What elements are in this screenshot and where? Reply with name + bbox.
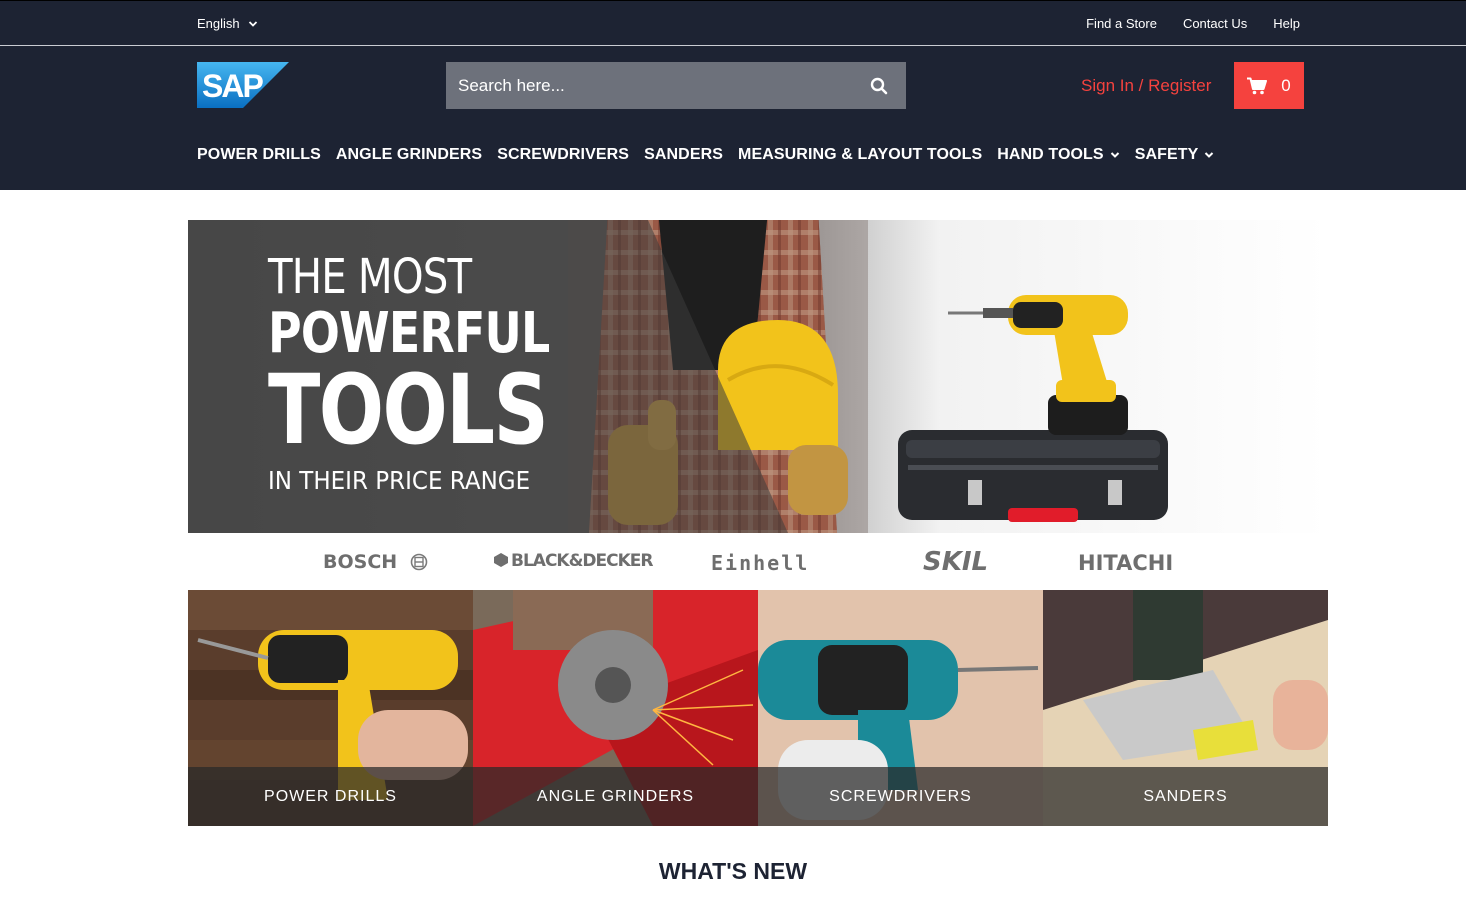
brand-logo-einhell[interactable]: Einhell <box>711 551 809 575</box>
hero-line-1: THE MOST <box>268 249 472 305</box>
site-header: SAP Sign In / Register 0 POWER DRILLS AN… <box>0 46 1466 190</box>
search-input[interactable] <box>446 62 852 109</box>
chevron-down-icon <box>1110 152 1119 158</box>
brand-logo-black-decker[interactable]: BLACK&DECKER <box>493 551 653 571</box>
brand-strip: BOSCH BLACK&DECKER Einhell SKIL HITACHI <box>188 533 1328 590</box>
brand-name: Einhell <box>711 551 810 575</box>
bosch-armature-icon <box>410 553 428 571</box>
nav-item-safety[interactable]: SAFETY <box>1135 146 1215 164</box>
nav-label: MEASURING & LAYOUT TOOLS <box>738 146 983 163</box>
category-label: ANGLE GRINDERS <box>536 787 695 805</box>
cart-button[interactable]: 0 <box>1234 62 1304 109</box>
find-store-link[interactable]: Find a Store <box>1086 16 1157 31</box>
hero-headline: THE MOST POWERFUL TOOLS IN THEIR PRICE R… <box>268 250 617 495</box>
signin-register-link[interactable]: Sign In / Register <box>1081 76 1211 96</box>
chevron-down-icon <box>248 20 257 27</box>
nav-label: HAND TOOLS <box>997 146 1104 163</box>
category-label: POWER DRILLS <box>264 787 397 805</box>
nav-item-hand-tools[interactable]: HAND TOOLS <box>997 146 1119 164</box>
brand-name: HITACHI <box>1078 551 1174 575</box>
utility-links: Find a Store Contact Us Help <box>1086 16 1300 31</box>
category-label-band: SCREWDRIVERS <box>758 767 1043 826</box>
nav-item-sanders[interactable]: SANDERS <box>644 146 723 164</box>
cart-count: 0 <box>1281 75 1291 95</box>
brand-name: BOSCH <box>323 551 398 573</box>
svg-text:SAP: SAP <box>202 68 263 104</box>
category-label: SANDERS <box>1143 787 1228 805</box>
hexagon-icon <box>494 553 508 567</box>
nav-label: SANDERS <box>644 146 724 163</box>
category-tile-angle-grinders[interactable]: ANGLE GRINDERS <box>473 590 758 826</box>
drill-case-image <box>898 295 1168 522</box>
category-label-band: ANGLE GRINDERS <box>473 767 758 826</box>
category-tile-sanders[interactable]: SANDERS <box>1043 590 1328 826</box>
nav-label: ANGLE GRINDERS <box>335 146 483 163</box>
search-icon <box>870 77 888 94</box>
brand-name: SKIL <box>923 547 989 577</box>
sap-logo[interactable]: SAP <box>197 62 289 108</box>
language-selector[interactable]: English <box>197 16 258 31</box>
category-tile-power-drills[interactable]: POWER DRILLS <box>188 590 473 826</box>
category-tiles: POWER DRILLS ANGLE GRINDERS SCREWDRIVERS… <box>188 590 1328 826</box>
help-link[interactable]: Help <box>1273 16 1300 31</box>
language-label: English <box>197 16 240 31</box>
brand-logo-hitachi[interactable]: HITACHI <box>1078 551 1173 575</box>
brand-name: BLACK&DECKER <box>511 551 653 571</box>
nav-item-screwdrivers[interactable]: SCREWDRIVERS <box>497 146 629 164</box>
category-label-band: POWER DRILLS <box>188 767 473 826</box>
nav-item-measuring-layout-tools[interactable]: MEASURING & LAYOUT TOOLS <box>738 146 982 164</box>
chevron-down-icon <box>1205 152 1214 158</box>
hero-line-3: TOOLS <box>268 354 549 466</box>
search-bar <box>446 62 906 109</box>
cart-icon <box>1247 77 1268 94</box>
search-button[interactable] <box>852 62 906 109</box>
section-title-whats-new: WHAT'S NEW <box>658 858 808 884</box>
nav-item-angle-grinders[interactable]: ANGLE GRINDERS <box>336 146 482 164</box>
nav-item-power-drills[interactable]: POWER DRILLS <box>197 146 321 164</box>
category-tile-screwdrivers[interactable]: SCREWDRIVERS <box>758 590 1043 826</box>
contact-us-link[interactable]: Contact Us <box>1183 16 1247 31</box>
category-label: SCREWDRIVERS <box>829 787 972 805</box>
hero-banner[interactable]: THE MOST POWERFUL TOOLS IN THEIR PRICE R… <box>188 220 1328 533</box>
nav-label: SCREWDRIVERS <box>497 146 630 163</box>
brand-logo-skil[interactable]: SKIL <box>923 547 988 577</box>
category-label-band: SANDERS <box>1043 767 1328 826</box>
brand-logo-bosch[interactable]: BOSCH <box>323 551 428 573</box>
top-utility-bar: English Find a Store Contact Us Help <box>0 0 1466 46</box>
hero-line-4: IN THEIR PRICE RANGE <box>268 466 531 495</box>
nav-label: SAFETY <box>1134 146 1199 163</box>
main-nav: POWER DRILLS ANGLE GRINDERS SCREWDRIVERS… <box>197 146 1214 164</box>
nav-label: POWER DRILLS <box>197 146 321 163</box>
